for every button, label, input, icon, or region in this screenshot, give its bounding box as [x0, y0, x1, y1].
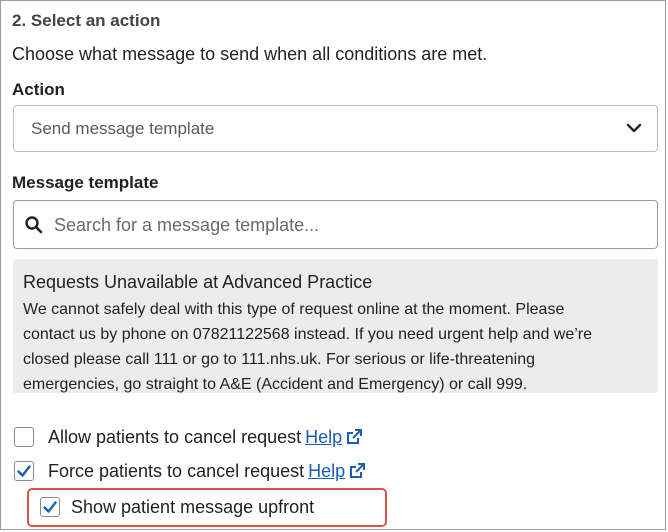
- force-cancel-label: Force patients to cancel request: [48, 460, 305, 481]
- show-message-upfront-checkbox[interactable]: [40, 497, 60, 517]
- action-selected-value: Send message template: [31, 119, 215, 138]
- preview-body: We cannot safely deal with this type of …: [23, 297, 648, 397]
- message-template-search-input[interactable]: [52, 209, 646, 241]
- action-label: Action: [12, 80, 65, 99]
- preview-body-line: emergencies, go straight to A&E (Acciden…: [23, 376, 528, 393]
- action-panel: 2. Select an action Choose what message …: [0, 0, 666, 530]
- section-title: 2. Select an action: [12, 11, 161, 30]
- allow-cancel-checkbox[interactable]: [14, 427, 34, 447]
- force-cancel-help-link[interactable]: Help: [308, 461, 345, 482]
- preview-body-line: closed please call 111 or go to 111.nhs.…: [23, 351, 535, 368]
- checkmark-icon: [17, 465, 31, 477]
- external-link-icon[interactable]: [345, 428, 363, 446]
- preview-body-line: contact us by phone on 07821122568 inste…: [23, 326, 593, 343]
- show-message-upfront-option: Show patient message upfront: [40, 495, 314, 519]
- chevron-down-icon: [626, 123, 642, 133]
- force-cancel-option: Force patients to cancel request Help: [14, 459, 366, 483]
- allow-cancel-option: Allow patients to cancel request Help: [14, 425, 363, 449]
- show-message-upfront-label: Show patient message upfront: [71, 496, 315, 517]
- checkmark-icon: [43, 501, 57, 513]
- section-description: Choose what message to send when all con…: [12, 44, 488, 64]
- allow-cancel-help-link[interactable]: Help: [305, 427, 342, 448]
- preview-title: Requests Unavailable at Advanced Practic…: [23, 272, 373, 292]
- message-template-label: Message template: [12, 173, 159, 192]
- message-template-search[interactable]: [13, 200, 658, 249]
- allow-cancel-label: Allow patients to cancel request: [48, 426, 302, 447]
- preview-body-line: We cannot safely deal with this type of …: [23, 301, 565, 318]
- action-select[interactable]: Send message template: [13, 105, 658, 152]
- force-cancel-checkbox[interactable]: [14, 461, 34, 481]
- external-link-icon[interactable]: [348, 462, 366, 480]
- search-icon: [25, 216, 43, 234]
- message-template-preview: Requests Unavailable at Advanced Practic…: [13, 259, 658, 393]
